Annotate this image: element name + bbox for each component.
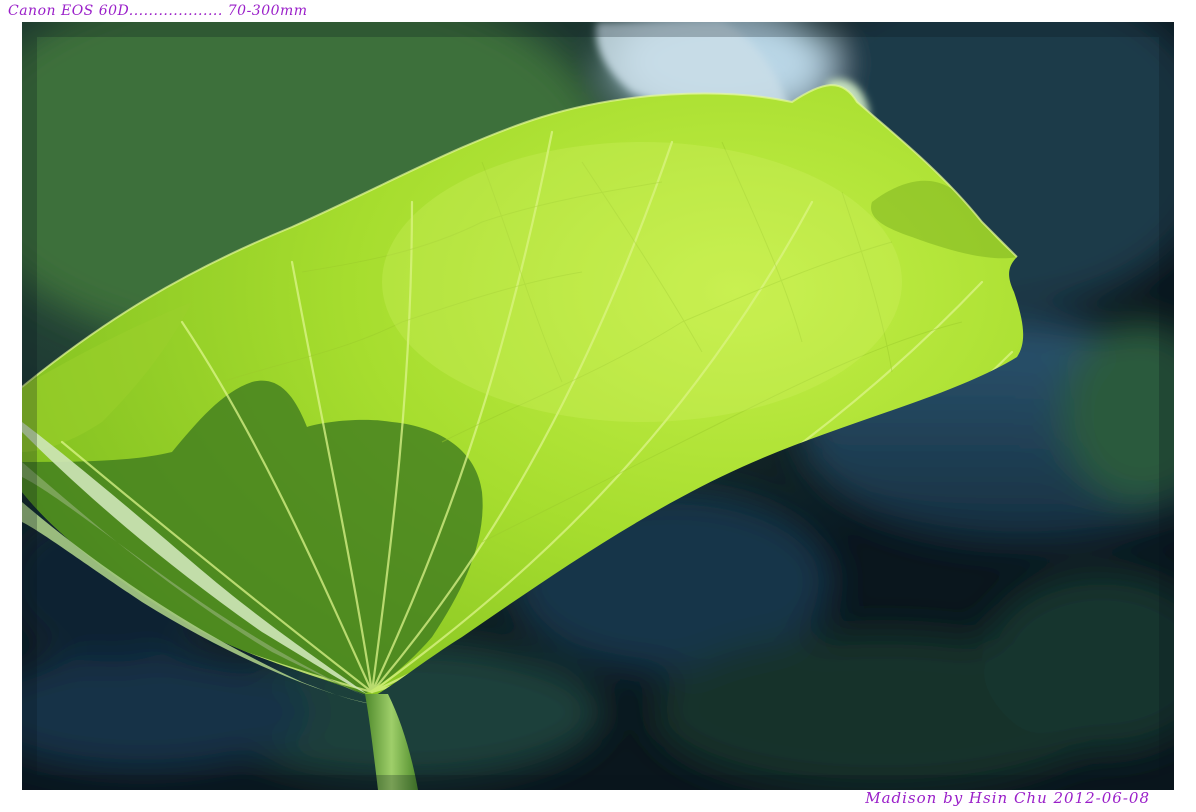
author-date-caption: Madison by Hsin Chu 2012-06-08 [865, 789, 1150, 807]
photo-frame: Canon EOS 60D................... 70-300m… [0, 0, 1196, 812]
camera-caption: Canon EOS 60D................... 70-300m… [8, 3, 308, 19]
lotus-leaf-photo [22, 22, 1174, 790]
